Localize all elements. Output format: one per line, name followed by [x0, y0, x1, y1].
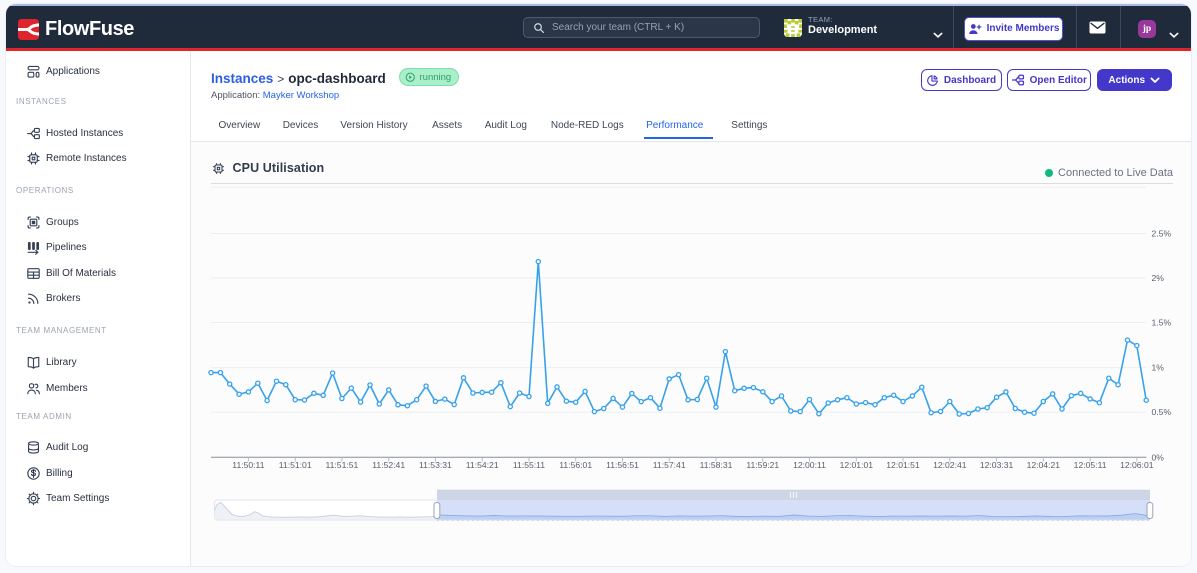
svg-text:11:58:31: 11:58:31 [700, 460, 733, 470]
svg-text:11:51:51: 11:51:51 [325, 460, 358, 470]
svg-text:2.5%: 2.5% [1152, 229, 1172, 239]
svg-text:12:01:01: 12:01:01 [840, 460, 874, 470]
svg-text:12:04:21: 12:04:21 [1027, 460, 1061, 470]
svg-text:2%: 2% [1152, 273, 1165, 283]
svg-text:11:54:21: 11:54:21 [466, 460, 499, 470]
svg-text:12:05:11: 12:05:11 [1074, 460, 1107, 470]
svg-text:11:51:01: 11:51:01 [279, 460, 312, 470]
svg-text:11:52:41: 11:52:41 [372, 460, 405, 470]
svg-text:11:57:41: 11:57:41 [653, 460, 686, 470]
svg-text:0%: 0% [1152, 452, 1165, 462]
svg-text:11:53:31: 11:53:31 [419, 460, 452, 470]
svg-text:12:01:51: 12:01:51 [886, 460, 920, 470]
svg-text:1%: 1% [1152, 363, 1165, 373]
svg-text:12:03:31: 12:03:31 [980, 460, 1014, 470]
svg-text:1.5%: 1.5% [1152, 318, 1172, 328]
svg-text:12:00:11: 12:00:11 [793, 460, 826, 470]
svg-text:11:56:01: 11:56:01 [559, 460, 592, 470]
svg-text:12:02:41: 12:02:41 [933, 460, 967, 470]
svg-text:11:50:11: 11:50:11 [232, 460, 264, 470]
svg-text:11:59:21: 11:59:21 [746, 460, 779, 470]
svg-text:11:56:51: 11:56:51 [606, 460, 639, 470]
svg-text:12:06:01: 12:06:01 [1120, 460, 1154, 470]
svg-text:0.5%: 0.5% [1152, 407, 1172, 417]
svg-text:11:55:11: 11:55:11 [513, 460, 545, 470]
